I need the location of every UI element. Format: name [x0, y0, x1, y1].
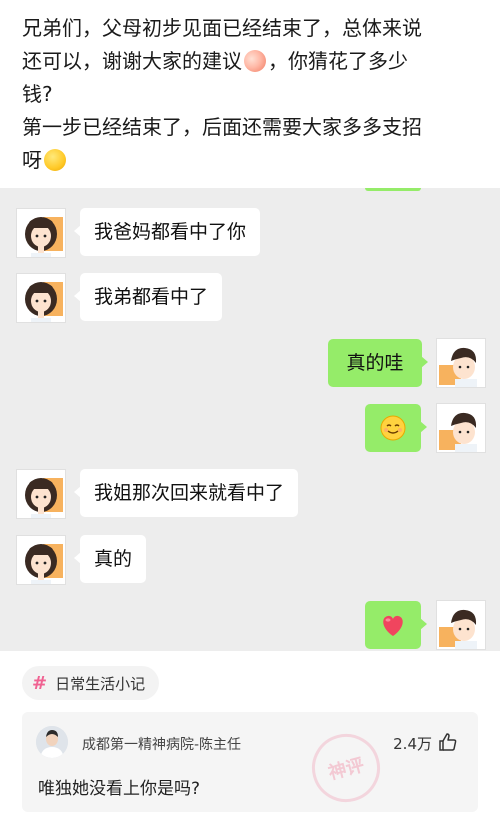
boy-avatar-icon [437, 339, 485, 387]
topic-tag-label: 日常生活小记 [55, 674, 146, 693]
commenter-avatar[interactable] [36, 726, 68, 758]
chat-bubble-received[interactable]: 我姐那次回来就看中了 [73, 469, 299, 517]
self-avatar[interactable] [436, 600, 486, 650]
post-line: 呀 [22, 144, 484, 177]
chat-bubble-received[interactable]: 真的 [73, 535, 147, 583]
comment-text: 唯独她没看上你是吗? [38, 779, 201, 799]
boy-avatar-icon [437, 601, 485, 649]
chat-screenshot: 我爸妈都看中了你 我弟都看中了 真的哇 我姐那次回来就看中了 真的 [0, 188, 500, 651]
praying-hands-emoji-icon [244, 50, 266, 72]
chat-bubble-sent[interactable]: 真的哇 [328, 339, 428, 387]
chat-bubble-received[interactable]: 我爸妈都看中了你 [73, 208, 261, 256]
post-line-part: 呀 [22, 148, 42, 172]
heart-emoji-icon [383, 615, 403, 636]
thumbs-up-icon[interactable] [438, 732, 458, 756]
self-avatar[interactable] [436, 403, 486, 453]
girl-avatar-icon [17, 274, 65, 322]
post-line: 第一步已经结束了，后面还需要大家多多支招 [22, 115, 422, 139]
girlfriend-avatar[interactable] [16, 208, 66, 258]
god-comment-stamp: 神评 [304, 726, 388, 810]
post-line: 钱? [22, 82, 53, 106]
hashtag-icon: # [32, 672, 48, 694]
post-line-part: ，你猜花了多少 [268, 49, 408, 73]
girlfriend-avatar[interactable] [16, 469, 66, 519]
doctor-avatar-icon [36, 726, 68, 758]
chat-bubble-sent[interactable] [365, 404, 427, 452]
topic-tag[interactable]: # 日常生活小记 [22, 666, 160, 700]
girlfriend-avatar[interactable] [16, 535, 66, 585]
post-line: 还可以，谢谢大家的建议 ，你猜花了多少 [22, 45, 484, 78]
post-body: 兄弟们，父母初步见面已经结束了，总体来说 还可以，谢谢大家的建议 ，你猜花了多少 … [22, 12, 484, 177]
post-line-part: 还可以，谢谢大家的建议 [22, 49, 242, 73]
girl-avatar-icon [17, 536, 65, 584]
self-avatar[interactable] [436, 338, 486, 388]
commenter-username[interactable]: 成都第一精神病院-陈主任 [82, 734, 241, 754]
girl-avatar-icon [17, 470, 65, 518]
like-count: 2.4万 [393, 735, 432, 753]
chat-bubble-received[interactable]: 我弟都看中了 [73, 273, 223, 321]
laughing-tears-emoji-icon [44, 149, 66, 171]
chat-bubble-sent[interactable] [365, 601, 427, 649]
girlfriend-avatar[interactable] [16, 273, 66, 323]
smiling-face-emoji-icon [380, 415, 406, 441]
thumbs-up-svg [439, 733, 457, 751]
stamp-label: 神评 [326, 754, 367, 785]
top-comment[interactable]: 成都第一精神病院-陈主任 神评 2.4万 唯独她没看上你是吗? [22, 712, 478, 812]
previous-message-bubble [365, 188, 421, 191]
girl-avatar-icon [17, 209, 65, 257]
post-line: 兄弟们，父母初步见面已经结束了，总体来说 [22, 16, 422, 40]
boy-avatar-icon [437, 404, 485, 452]
